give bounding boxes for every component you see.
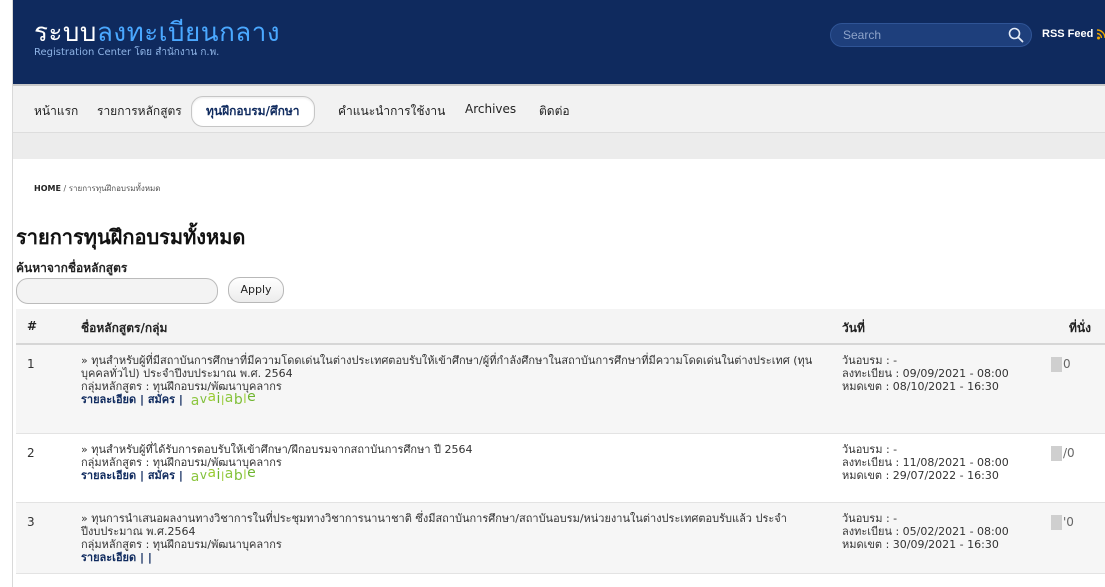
- detail-link[interactable]: รายละเอียด: [81, 469, 136, 482]
- search-icon[interactable]: [1007, 26, 1025, 44]
- main-nav: หน้าแรก รายการหลักสูตร ทุนฝึกอบรม/ศึกษา …: [13, 86, 1105, 133]
- seat-count: 0: [1063, 357, 1071, 371]
- site-header: ระบบลงทะเบียนกลาง Registration Center โด…: [13, 0, 1105, 86]
- seat-count: '0: [1063, 515, 1074, 529]
- course-cell: » ทุนสำหรับผู้ที่ได้รับการตอบรับให้เข้าศ…: [81, 443, 831, 485]
- course-group: กลุ่มหลักสูตร : ทุนฝึกอบรม/พัฒนาบุคลากร: [81, 538, 282, 551]
- page-frame: ระบบลงทะเบียนกลาง Registration Center โด…: [12, 0, 1105, 587]
- search-input[interactable]: [841, 26, 1005, 44]
- register-date: ลงทะเบียน : 09/09/2021 - 08:00: [842, 367, 1009, 380]
- course-title[interactable]: » ทุนสำหรับผู้ที่มีสถาบันการศึกษาที่มีคว…: [81, 354, 831, 380]
- breadcrumb-home[interactable]: HOME: [34, 184, 61, 193]
- nav-item-scholarships[interactable]: ทุนฝึกอบรม/ศึกษา: [191, 96, 315, 127]
- header-num: #: [27, 319, 38, 333]
- course-links: รายละเอียด | |: [81, 551, 831, 564]
- table-row: 2 » ทุนสำหรับผู้ที่ได้รับการตอบรับให้เข้…: [16, 434, 1105, 503]
- breadcrumb: HOME / รายการทุนฝึกอบรมทั้งหมด: [34, 182, 160, 195]
- header-name: ชื่อหลักสูตร/กลุ่ม: [81, 321, 168, 335]
- table-row: 1 » ทุนสำหรับผู้ที่มีสถาบันการศึกษาที่มี…: [16, 345, 1105, 434]
- course-links: รายละเอียด | สมัคร | available: [81, 465, 257, 485]
- sub-bar: [13, 133, 1105, 159]
- logo-subtitle: Registration Center โดย สำนักงาน ก.พ.: [34, 47, 220, 58]
- course-group: กลุ่มหลักสูตร : ทุนฝึกอบรม/พัฒนาบุคลากร: [81, 456, 282, 469]
- nav-item-guide[interactable]: คำแนะนำการใช้งาน: [338, 102, 445, 121]
- apply-link[interactable]: สมัคร: [148, 393, 175, 406]
- course-search-input[interactable]: [16, 278, 218, 304]
- apply-link[interactable]: สมัคร: [148, 469, 175, 482]
- breadcrumb-current: รายการทุนฝึกอบรมทั้งหมด: [68, 184, 161, 193]
- rss-icon[interactable]: [1097, 28, 1105, 40]
- date-cell: วันอบรม : - ลงทะเบียน : 11/08/2021 - 08:…: [842, 443, 1042, 482]
- date-cell: วันอบรม : - ลงทะเบียน : 05/02/2021 - 08:…: [842, 512, 1042, 551]
- logo-prefix: ระบบ: [34, 18, 97, 48]
- nav-item-home[interactable]: หน้าแรก: [34, 102, 78, 121]
- course-search-label: ค้นหาจากชื่อหลักสูตร: [16, 261, 128, 275]
- seat-cell: /0: [1051, 446, 1075, 461]
- nav-item-contact[interactable]: ติดต่อ: [539, 102, 570, 121]
- breadcrumb-separator: /: [63, 184, 67, 193]
- train-date: วันอบรม : -: [842, 512, 898, 525]
- register-date: ลงทะเบียน : 05/02/2021 - 08:00: [842, 525, 1009, 538]
- rss-feed-link[interactable]: RSS Feed: [1042, 28, 1093, 40]
- course-title[interactable]: » ทุนสำหรับผู้ที่ได้รับการตอบรับให้เข้าศ…: [81, 443, 831, 456]
- nav-item-courses[interactable]: รายการหลักสูตร: [97, 102, 182, 121]
- course-group: กลุ่มหลักสูตร : ทุนฝึกอบรม/พัฒนาบุคลากร: [81, 380, 282, 393]
- header-date: วันที่: [842, 321, 865, 335]
- nav-item-archives[interactable]: Archives: [465, 102, 516, 116]
- table-header: # ชื่อหลักสูตร/กลุ่ม วันที่ ที่นั่ง: [16, 309, 1105, 345]
- course-title[interactable]: » ทุนการนำเสนอผลงานทางวิชาการในที่ประชุม…: [81, 512, 831, 538]
- status-badge: available: [190, 389, 257, 409]
- seat-bar: [1051, 446, 1062, 461]
- detail-link[interactable]: รายละเอียด: [81, 393, 136, 406]
- seat-cell: '0: [1051, 515, 1074, 530]
- seat-bar: [1051, 515, 1062, 530]
- status-badge: available: [190, 465, 257, 485]
- row-number: 1: [27, 357, 35, 371]
- scholarship-table: # ชื่อหลักสูตร/กลุ่ม วันที่ ที่นั่ง 1 » …: [16, 309, 1105, 574]
- train-date: วันอบรม : -: [842, 354, 898, 367]
- logo-highlight: ลงทะเบียนกลาง: [96, 18, 281, 48]
- seat-bar: [1051, 357, 1062, 372]
- row-number: 2: [27, 446, 35, 460]
- header-seat: ที่นั่ง: [1069, 321, 1091, 335]
- apply-button[interactable]: Apply: [228, 277, 284, 303]
- deadline-date: หมดเขต : 08/10/2021 - 16:30: [842, 380, 999, 393]
- links-separator: | |: [136, 551, 152, 564]
- register-date: ลงทะเบียน : 11/08/2021 - 08:00: [842, 456, 1009, 469]
- table-row: 3 » ทุนการนำเสนอผลงานทางวิชาการในที่ประช…: [16, 503, 1105, 574]
- detail-link[interactable]: รายละเอียด: [81, 551, 136, 564]
- deadline-date: หมดเขต : 30/09/2021 - 16:30: [842, 538, 999, 551]
- train-date: วันอบรม : -: [842, 443, 898, 456]
- deadline-date: หมดเขต : 29/07/2022 - 16:30: [842, 469, 999, 482]
- date-cell: วันอบรม : - ลงทะเบียน : 09/09/2021 - 08:…: [842, 354, 1042, 393]
- page-title: รายการทุนฝึกอบรมทั้งหมด: [16, 225, 246, 249]
- seat-count: /0: [1063, 446, 1075, 460]
- course-links: รายละเอียด | สมัคร | available: [81, 389, 257, 409]
- course-cell: » ทุนสำหรับผู้ที่มีสถาบันการศึกษาที่มีคว…: [81, 354, 831, 409]
- seat-cell: 0: [1051, 357, 1071, 372]
- row-number: 3: [27, 515, 35, 529]
- site-search: [830, 23, 1032, 47]
- course-cell: » ทุนการนำเสนอผลงานทางวิชาการในที่ประชุม…: [81, 512, 831, 564]
